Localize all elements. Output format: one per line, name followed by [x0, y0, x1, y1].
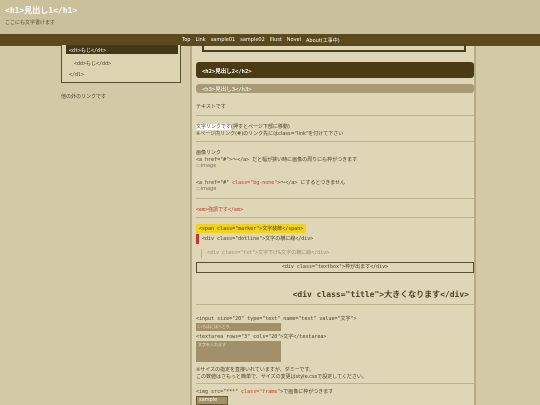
- body-text: テキストです: [196, 104, 226, 110]
- nav-item-sample02[interactable]: sample02: [240, 37, 265, 44]
- divider: [196, 383, 474, 384]
- nav-item-top[interactable]: Top: [182, 37, 190, 44]
- size-note-1: ※サイズの指定を直接いれていますが、ダミーです。: [196, 367, 314, 373]
- image-alt: image: [200, 186, 217, 192]
- dotline-text: <div class="dotline">文字の横に線</div>: [196, 234, 313, 244]
- divider: [196, 198, 474, 199]
- code-part: <img src="***": [196, 389, 242, 395]
- divider: [196, 115, 474, 116]
- divider: [196, 304, 474, 305]
- link-row: 文字リンクです(押すとページ下部に移動): [196, 123, 290, 130]
- site-title[interactable]: <h1>見出し1</h1>: [5, 5, 77, 16]
- site-description: ここにも文字書けます: [5, 20, 56, 26]
- textarea-field[interactable]: 文字を入れます: [196, 341, 281, 362]
- code-class: class="bg-none": [232, 180, 278, 186]
- nav-item-about[interactable]: About(工事中): [306, 37, 340, 44]
- sidebar-dt: <dt>もじ</dt>: [66, 45, 178, 54]
- nav-item-sample01[interactable]: sample01: [211, 37, 236, 44]
- textarea-code: <textarea rows="3" cols="20">文字</textare…: [196, 334, 327, 340]
- em-text: <em>強調です</em>: [196, 207, 244, 213]
- image-link-heading: 画像リンク: [196, 150, 222, 156]
- img-frame-code: <img src="***" class="frame">で画像に枠がつきます: [196, 388, 333, 395]
- sidebar-dd: <dd>もじ</dd>: [74, 61, 112, 67]
- image-alt: image: [200, 163, 217, 169]
- heading-h3: <h3>見出し3</h3>: [196, 84, 474, 93]
- heading-h2: <h2>見出し2</h2>: [196, 62, 474, 78]
- txtline-text: <div class="txt">文字下げ&文字の横に線</div>: [201, 249, 329, 258]
- input-code: <input size="20" type="text" name="text"…: [196, 316, 357, 322]
- nav-item-link[interactable]: Link: [195, 37, 205, 44]
- image-link-2[interactable]: ▭image: [196, 186, 216, 192]
- code-part: >で画像に枠がつきます: [280, 389, 334, 395]
- site-header: <h1>見出し1</h1> ここにも文字書けます: [0, 0, 540, 34]
- nav-item-novel[interactable]: Novel: [287, 37, 301, 44]
- top-frame: [202, 45, 466, 52]
- sidebar-dl-end: </dl>: [69, 72, 85, 78]
- image-link-code: <a href="#">〜</a> だと幅が狭い時に画像の周りにも枠がつきます: [196, 157, 358, 163]
- image-link-code-2: <a href="#" class="bg-none">〜</a> にするとつき…: [196, 179, 345, 186]
- code-part: >〜</a> にするとつきません: [277, 180, 346, 186]
- sidebar-link[interactable]: 他の外のリンクです: [61, 93, 106, 100]
- code-class: class="frame": [241, 389, 281, 395]
- textbox: <div class="textbox">枠が出ます</div>: [196, 262, 474, 273]
- link-note-2: ※ページ内リンク(#)のリンク先にはclass="link"を付けて下さい: [196, 131, 344, 137]
- framed-image: sample: [196, 396, 228, 405]
- big-title: <div class="title">大きくなります</div>: [292, 290, 469, 299]
- nav-item-illust[interactable]: Illust: [270, 37, 282, 44]
- image-link-1[interactable]: ▭image: [196, 163, 216, 169]
- size-note-2: この数値はさもっと簡単で、サイズの変更はstyle.cssで設定してください。: [196, 374, 367, 380]
- divider: [196, 141, 474, 142]
- sidebar-definition-list: <dt>もじ</dt> <dd>もじ</dd> </dl>: [61, 45, 181, 83]
- divider: [196, 217, 474, 218]
- text-input[interactable]: いろはにほへとち: [196, 323, 281, 331]
- marker-text: <span class="marker">文字装飾</span>: [196, 224, 307, 233]
- main-content: <h2>見出し2</h2> <h3>見出し3</h3> テキストです 文字リンク…: [190, 45, 476, 405]
